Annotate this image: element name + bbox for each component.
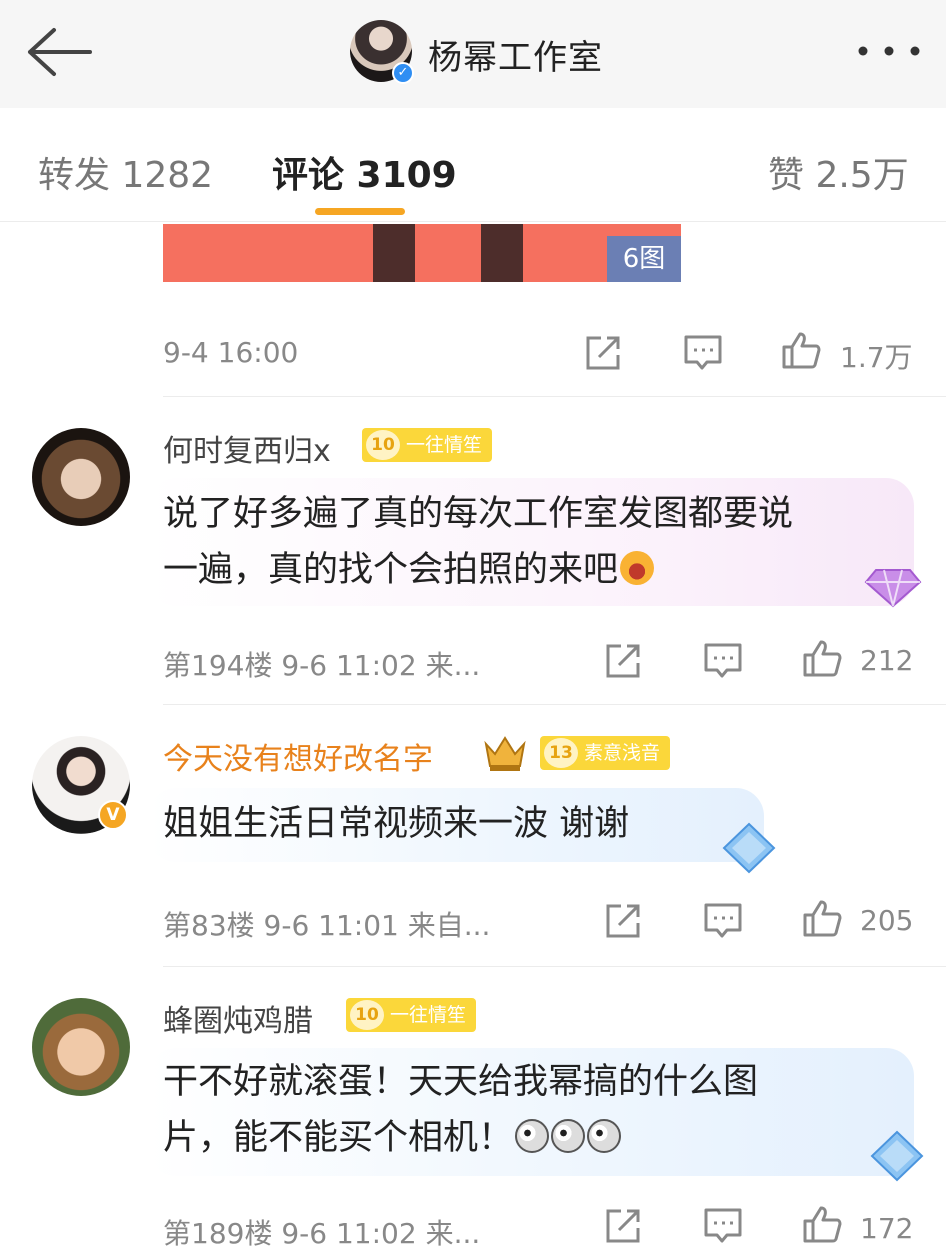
tab-reposts[interactable]: 转发 1282: [38, 146, 213, 198]
repost-button[interactable]: [603, 901, 643, 941]
fan-badge: 10 一往情笙: [362, 428, 493, 462]
comment-meta: 第83楼 9-6 11:01 来自...: [163, 909, 491, 942]
dog-face-emoji-icon: [551, 1119, 586, 1153]
more-dots-icon: [858, 46, 920, 56]
share-icon: [606, 904, 640, 938]
comment-text-segment: 片，能不能买个相机！: [163, 1118, 514, 1158]
like-count: 1.7万: [840, 341, 913, 374]
thumbs-up-icon: [803, 1206, 842, 1243]
more-button[interactable]: [856, 34, 922, 68]
fan-level: 10: [366, 430, 400, 460]
like-button[interactable]: [802, 898, 842, 938]
tab-bar: 转发 1282 评论 3109 赞 2.5万: [0, 108, 946, 222]
reply-button[interactable]: [703, 901, 743, 941]
image-detail: [373, 224, 415, 282]
comment-text: 干不好就滚蛋！天天给我幂搞的什么图 片，能不能买个相机！: [163, 1054, 758, 1166]
repost-button[interactable]: [583, 333, 623, 373]
like-count: 205: [860, 904, 914, 937]
tab-comments[interactable]: 评论 3109: [272, 146, 457, 198]
repost-button[interactable]: [603, 641, 643, 681]
verified-badge: V: [98, 800, 128, 830]
comment-text-line: 片，能不能买个相机！: [163, 1110, 758, 1166]
comment-icon: [684, 335, 722, 370]
thumbs-up-icon: [782, 332, 821, 369]
comment-avatar[interactable]: [32, 998, 130, 1096]
comment-text-line: 说了好多遍了真的每次工作室发图都要说: [163, 494, 794, 534]
share-icon: [586, 336, 620, 370]
reply-button[interactable]: [703, 1206, 743, 1246]
comment-text-line: 一遍，真的找个会拍照的来吧: [163, 542, 793, 598]
like-count: 212: [860, 644, 914, 677]
comment-text: 说了好多遍了真的每次工作室发图都要说 一遍，真的找个会拍照的来吧: [163, 486, 793, 598]
fan-title: 一往情笙: [406, 434, 483, 456]
crown-badge-icon: [482, 732, 528, 774]
fan-level: 10: [350, 1000, 384, 1030]
comment-username[interactable]: 何时复西归x: [163, 426, 331, 470]
repost-button[interactable]: [603, 1206, 643, 1246]
image-detail: [481, 224, 523, 282]
share-icon: [606, 1209, 640, 1243]
post-timestamp: 9-4 16:00: [163, 336, 299, 369]
comment-username[interactable]: 今天没有想好改名字: [163, 734, 433, 778]
dog-face-emoji-icon: [587, 1119, 622, 1153]
thumbs-up-icon: [803, 640, 842, 677]
comment-icon: [704, 1208, 742, 1243]
comment-username[interactable]: 蜂圈炖鸡腊: [163, 996, 313, 1040]
divider: [163, 966, 946, 967]
comment-icon: [704, 903, 742, 938]
fan-level: 13: [544, 738, 578, 768]
comment-text-line: 干不好就滚蛋！天天给我幂搞的什么图: [163, 1062, 759, 1102]
divider: [163, 704, 946, 705]
divider: [163, 396, 946, 397]
arrow-left-icon: [28, 28, 92, 76]
verified-icon: ✓: [392, 62, 414, 84]
fan-title: 素意浅音: [584, 742, 661, 764]
comment-button[interactable]: [683, 333, 723, 373]
thumbs-up-icon: [803, 900, 842, 937]
comment-text: 姐姐生活日常视频来一波 谢谢: [163, 804, 630, 844]
comment-text-segment: 一遍，真的找个会拍照的来吧: [163, 550, 619, 590]
like-button[interactable]: [802, 638, 842, 678]
purple-diamond-icon: [862, 556, 924, 612]
active-tab-indicator: [315, 208, 405, 215]
page-title: 杨幂工作室: [428, 38, 603, 78]
fan-title: 一往情笙: [390, 1004, 467, 1026]
top-nav-bar: ✓ 杨幂工作室: [0, 0, 946, 108]
image-count-badge: 6图: [607, 236, 681, 282]
blue-diamond-icon: [718, 820, 780, 876]
fan-badge: 10 一往情笙: [346, 998, 477, 1032]
like-count: 172: [860, 1212, 914, 1245]
fan-badge: 13 素意浅音: [540, 736, 671, 770]
like-button[interactable]: [781, 330, 821, 370]
dog-face-emoji-icon: [515, 1119, 550, 1153]
like-button[interactable]: [802, 1204, 842, 1244]
crying-emoji-icon: [620, 551, 655, 585]
share-icon: [606, 644, 640, 678]
comment-avatar[interactable]: [32, 428, 130, 526]
tab-likes[interactable]: 赞 2.5万: [768, 146, 909, 198]
comment-meta: 第194楼 9-6 11:02 来...: [163, 649, 481, 682]
blue-diamond-icon: [866, 1128, 928, 1184]
comment-meta: 第189楼 9-6 11:02 来...: [163, 1217, 481, 1246]
back-button[interactable]: [24, 24, 94, 80]
reply-button[interactable]: [703, 641, 743, 681]
post-image[interactable]: [163, 224, 681, 282]
comment-icon: [704, 643, 742, 678]
